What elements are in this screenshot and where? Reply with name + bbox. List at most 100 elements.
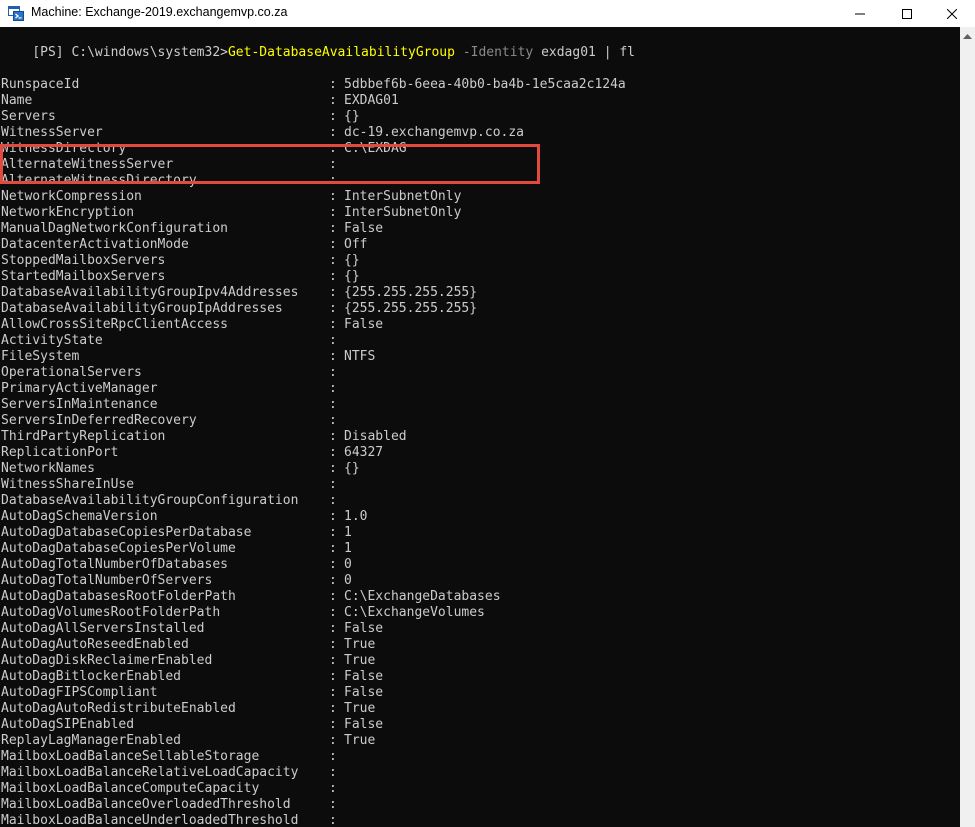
- property-row: ManualDagNetworkConfiguration: False: [1, 221, 959, 237]
- property-value: {}: [344, 109, 360, 124]
- property-separator: :: [329, 173, 337, 188]
- property-row: MailboxLoadBalanceUnderloadedThreshold:: [1, 813, 959, 827]
- cmdlet-name: Get-DatabaseAvailabilityGroup: [227, 45, 455, 60]
- property-name: AutoDagVolumesRootFolderPath: [1, 605, 221, 620]
- property-row: WitnessShareInUse:: [1, 477, 959, 493]
- property-name: AutoDagDatabaseCopiesPerDatabase: [1, 525, 252, 540]
- title-bar[interactable]: Machine: Exchange-2019.exchangemvp.co.za: [0, 0, 975, 27]
- property-row: DatacenterActivationMode: Off: [1, 237, 959, 253]
- property-separator: :: [329, 509, 337, 524]
- property-row: ThirdPartyReplication: Disabled: [1, 429, 959, 445]
- console-output[interactable]: [PS] C:\windows\system32>Get-DatabaseAva…: [0, 27, 960, 827]
- property-name: AutoDagDiskReclaimerEnabled: [1, 653, 213, 668]
- property-separator: :: [329, 477, 337, 492]
- property-value: {}: [344, 269, 360, 284]
- property-separator: :: [329, 109, 337, 124]
- property-value: InterSubnetOnly: [344, 189, 462, 204]
- ps-prompt: [PS] C:\windows\system32>: [32, 45, 228, 60]
- property-separator: :: [329, 413, 337, 428]
- command-line: [PS] C:\windows\system32>Get-DatabaseAva…: [1, 29, 635, 60]
- property-separator: :: [329, 589, 337, 604]
- property-separator: :: [329, 349, 337, 364]
- property-row: StartedMailboxServers: {}: [1, 269, 959, 285]
- command-argument: exdag01 | fl: [533, 45, 635, 60]
- property-row: NetworkNames: {}: [1, 461, 959, 477]
- property-row: AutoDagDatabaseCopiesPerDatabase:1: [1, 525, 959, 541]
- property-row: DatabaseAvailabilityGroupIpAddresses: {25…: [1, 301, 959, 317]
- property-name: NetworkEncryption: [1, 205, 135, 220]
- property-name: MailboxLoadBalanceOverloadedThreshold: [1, 797, 291, 812]
- property-name: AutoDagTotalNumberOfDatabases: [1, 557, 228, 572]
- minimize-icon: [855, 13, 865, 14]
- property-row: AutoDagTotalNumberOfDatabases:0: [1, 557, 959, 573]
- property-name: StartedMailboxServers: [1, 269, 166, 284]
- property-row: StoppedMailboxServers: {}: [1, 253, 959, 269]
- property-value: 64327: [344, 445, 384, 460]
- property-name: ReplicationPort: [1, 445, 119, 460]
- property-separator: :: [329, 221, 337, 236]
- property-row: Servers: {}: [1, 109, 959, 125]
- property-name: AutoDagAllServersInstalled: [1, 621, 205, 636]
- property-name: WitnessDirectory: [1, 141, 127, 156]
- property-row: AutoDagFIPSCompliant: False: [1, 685, 959, 701]
- property-value: False: [344, 621, 384, 636]
- property-name: ThirdPartyReplication: [1, 429, 166, 444]
- property-separator: :: [329, 653, 337, 668]
- scroll-up-button[interactable]: [960, 27, 975, 44]
- property-name: DatabaseAvailabilityGroupConfiguration: [1, 493, 299, 508]
- property-name: AllowCrossSiteRpcClientAccess: [1, 317, 228, 332]
- property-separator: :: [329, 301, 337, 316]
- property-name: AutoDagFIPSCompliant: [1, 685, 158, 700]
- property-value: Off: [344, 237, 368, 252]
- property-row: MailboxLoadBalanceComputeCapacity:: [1, 781, 959, 797]
- property-name: WitnessShareInUse: [1, 477, 135, 492]
- property-name: AlternateWitnessServer: [1, 157, 174, 172]
- property-value: True: [344, 701, 376, 716]
- property-value: 1: [344, 525, 352, 540]
- parameter-name: -Identity: [454, 45, 534, 60]
- vertical-scrollbar[interactable]: [960, 27, 975, 827]
- maximize-button[interactable]: [884, 0, 930, 27]
- property-separator: :: [329, 317, 337, 332]
- property-separator: :: [329, 445, 337, 460]
- property-value: True: [344, 637, 376, 652]
- property-separator: :: [329, 157, 337, 172]
- property-separator: :: [329, 189, 337, 204]
- property-name: DatabaseAvailabilityGroupIpv4Addresses: [1, 285, 299, 300]
- property-separator: :: [329, 237, 337, 252]
- property-value: 1.0: [344, 509, 368, 524]
- property-value: True: [344, 653, 376, 668]
- property-row: DatabaseAvailabilityGroupConfiguration:: [1, 493, 959, 509]
- property-row: WitnessServer: dc-19.exchangemvp.co.za: [1, 125, 959, 141]
- property-separator: :: [329, 765, 337, 780]
- close-button[interactable]: [929, 0, 975, 27]
- property-value: False: [344, 717, 384, 732]
- property-value: 1: [344, 541, 352, 556]
- property-row: WitnessDirectory: C:\EXDAG: [1, 141, 959, 157]
- property-row: AutoDagDatabaseCopiesPerVolume:1: [1, 541, 959, 557]
- property-row: AutoDagDatabasesRootFolderPath: C:\Exchan…: [1, 589, 959, 605]
- property-name: WitnessServer: [1, 125, 103, 140]
- minimize-button[interactable]: [837, 0, 883, 27]
- property-separator: :: [329, 605, 337, 620]
- property-row: AutoDagVolumesRootFolderPath: C:\Exchange…: [1, 605, 959, 621]
- property-separator: :: [329, 797, 337, 812]
- scroll-up-icon: [963, 33, 972, 39]
- property-row: NetworkCompression: InterSubnetOnly: [1, 189, 959, 205]
- property-row: AutoDagDiskReclaimerEnabled: True: [1, 653, 959, 669]
- property-name: AlternateWitnessDirectory: [1, 173, 197, 188]
- property-separator: :: [329, 541, 337, 556]
- property-name: NetworkCompression: [1, 189, 142, 204]
- property-name: AutoDagDatabaseCopiesPerVolume: [1, 541, 236, 556]
- property-name: MailboxLoadBalanceComputeCapacity: [1, 781, 260, 796]
- property-separator: :: [329, 557, 337, 572]
- property-value: 5dbbef6b-6eea-40b0-ba4b-1e5caa2c124a: [344, 77, 626, 92]
- property-name: ReplayLagManagerEnabled: [1, 733, 182, 748]
- window-title: Machine: Exchange-2019.exchangemvp.co.za: [31, 5, 288, 19]
- property-separator: :: [329, 461, 337, 476]
- property-row: DatabaseAvailabilityGroupIpv4Addresses: {…: [1, 285, 959, 301]
- property-name: Servers: [1, 109, 56, 124]
- property-separator: :: [329, 269, 337, 284]
- property-name: AutoDagTotalNumberOfServers: [1, 573, 213, 588]
- close-icon: [947, 8, 957, 19]
